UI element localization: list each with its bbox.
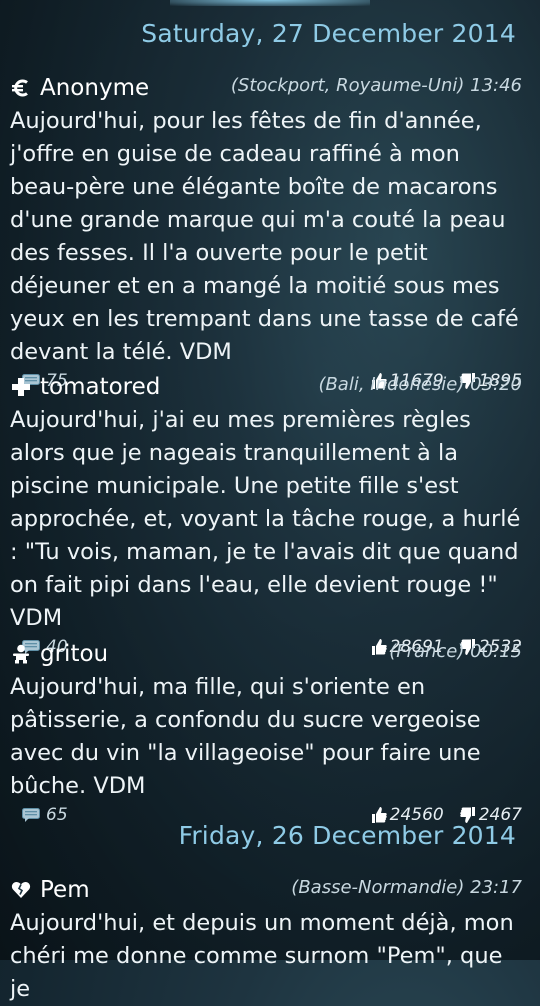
post-text: Aujourd'hui, pour les fêtes de fin d'ann… bbox=[10, 108, 519, 365]
post-location-time: (Stockport, Royaume-Uni) 13:46 bbox=[230, 75, 522, 96]
author-name: Pem bbox=[40, 877, 90, 903]
post-text: Aujourd'hui, et depuis un moment déjà, m… bbox=[10, 910, 514, 1002]
post-author: Pem bbox=[10, 877, 90, 903]
post-header: Pem (Basse-Normandie) 23:17 bbox=[10, 877, 522, 907]
post-location-time: (Basse-Normandie) 23:17 bbox=[291, 877, 522, 898]
post-text: Aujourd'hui, ma fille, qui s'oriente en … bbox=[10, 674, 481, 799]
author-name: Anonyme bbox=[40, 75, 150, 101]
comments-count[interactable]: 65 bbox=[22, 805, 68, 825]
baby-icon bbox=[10, 643, 32, 665]
post-item[interactable]: gritou (France) 00:15 Aujourd'hui, ma fi… bbox=[10, 641, 522, 829]
euro-icon bbox=[10, 77, 32, 99]
post-location-time: (France) 00:15 bbox=[389, 641, 522, 662]
post-header: gritou (France) 00:15 bbox=[10, 641, 522, 671]
post-author: gritou bbox=[10, 641, 108, 667]
post-item[interactable]: tomatored (Bali, Indonésie) 03:20 Aujour… bbox=[10, 374, 522, 661]
post-author: Anonyme bbox=[10, 75, 149, 101]
pull-down-indicator bbox=[170, 0, 370, 6]
comment-icon bbox=[22, 808, 40, 822]
post-item[interactable]: Pem (Basse-Normandie) 23:17 Aujourd'hui,… bbox=[10, 877, 522, 1006]
post-location-time: (Bali, Indonésie) 03:20 bbox=[318, 374, 522, 395]
post-author: tomatored bbox=[10, 374, 160, 400]
post-header: tomatored (Bali, Indonésie) 03:20 bbox=[10, 374, 522, 404]
post-header: Anonyme (Stockport, Royaume-Uni) 13:46 bbox=[10, 75, 522, 105]
post-item[interactable]: Anonyme (Stockport, Royaume-Uni) 13:46 A… bbox=[10, 75, 522, 395]
date-header: Friday, 26 December 2014 bbox=[178, 821, 516, 850]
author-name: tomatored bbox=[40, 374, 161, 400]
post-text: Aujourd'hui, j'ai eu mes premières règle… bbox=[10, 407, 521, 631]
date-header: Saturday, 27 December 2014 bbox=[141, 19, 516, 48]
author-name: gritou bbox=[40, 641, 109, 667]
broken-heart-icon bbox=[10, 879, 32, 901]
cross-icon bbox=[10, 376, 32, 398]
